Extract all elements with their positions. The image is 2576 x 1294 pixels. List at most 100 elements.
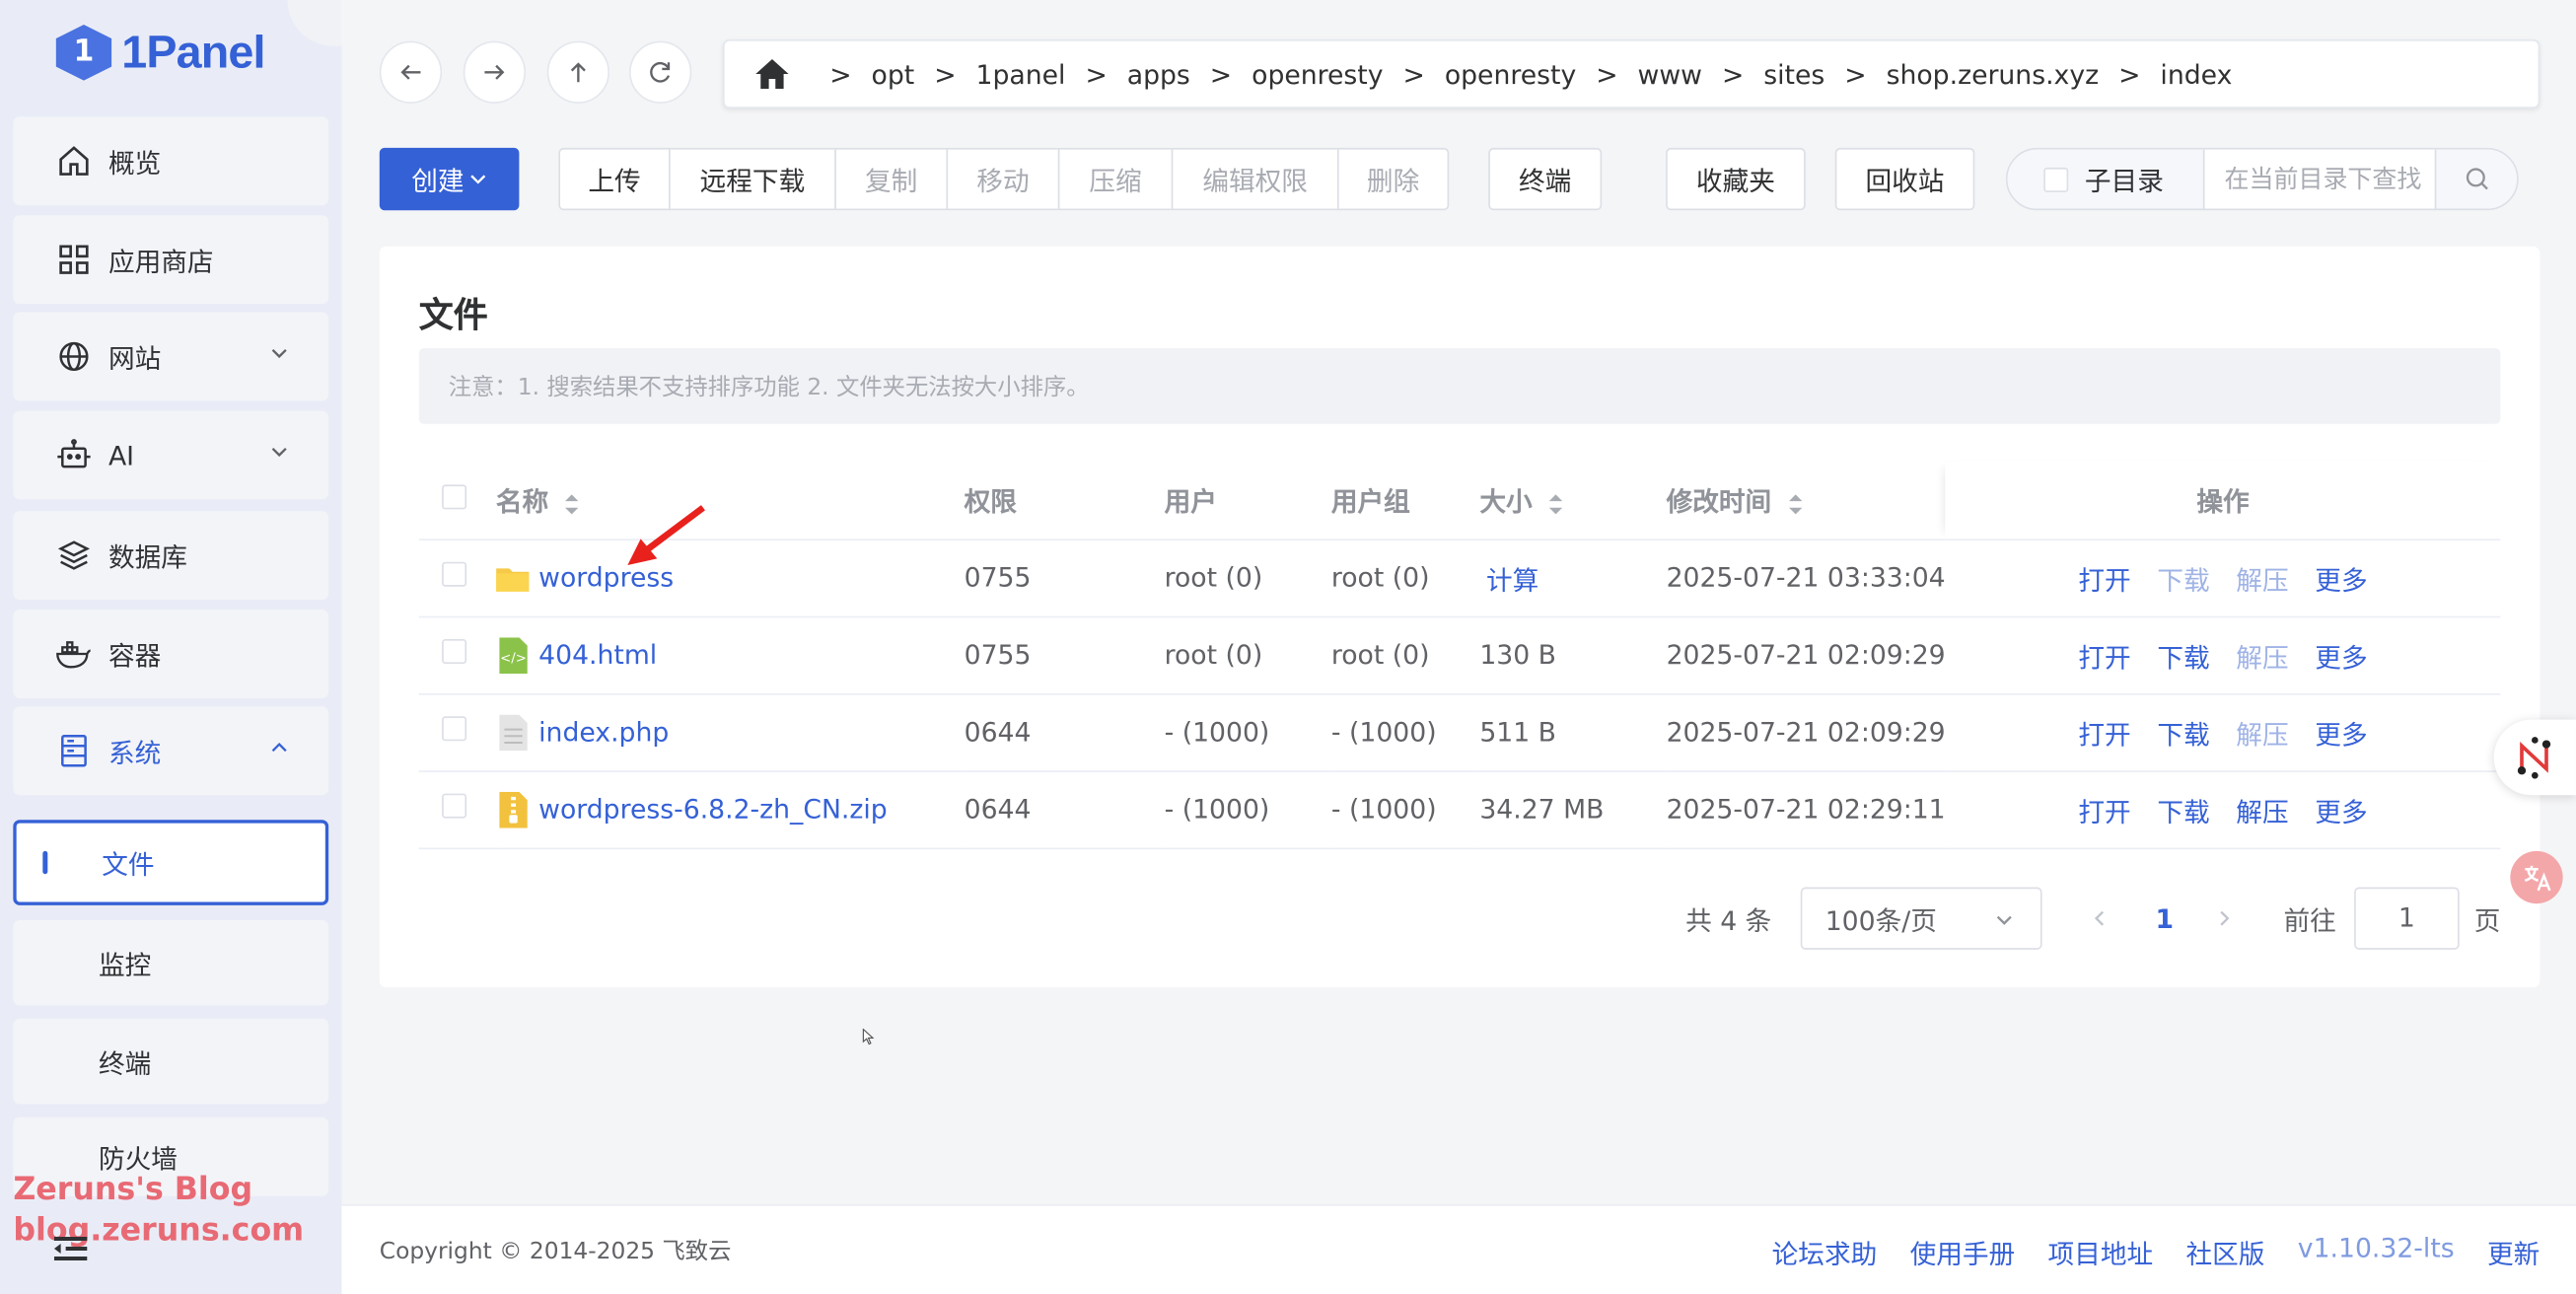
copy-button[interactable]: 复制 bbox=[834, 147, 949, 211]
compress-button[interactable]: 压缩 bbox=[1057, 147, 1174, 211]
file-list-card: 文件 注意：1. 搜索结果不支持排序功能 2. 文件夹无法按大小排序。 名称 权… bbox=[379, 246, 2540, 988]
back-button[interactable] bbox=[379, 40, 443, 104]
row-checkbox[interactable] bbox=[442, 716, 467, 742]
community-edition-link[interactable]: 社区版 bbox=[2186, 1232, 2265, 1271]
goto-page-input[interactable]: 1 bbox=[2354, 887, 2460, 950]
sidebar-item-system[interactable]: 系统 bbox=[13, 706, 329, 796]
extract-action[interactable]: 解压 bbox=[2236, 719, 2288, 751]
column-header-size[interactable]: 大小 bbox=[1479, 462, 1667, 540]
select-all-checkbox[interactable] bbox=[442, 483, 467, 509]
prev-page-button[interactable] bbox=[2092, 888, 2109, 950]
search-button[interactable] bbox=[2434, 149, 2518, 209]
more-action[interactable]: 更多 bbox=[2315, 719, 2367, 751]
file-name-link[interactable]: wordpress bbox=[495, 559, 965, 596]
edit-permission-button[interactable]: 编辑权限 bbox=[1171, 147, 1339, 211]
more-action[interactable]: 更多 bbox=[2315, 641, 2367, 673]
floating-assistant-button[interactable] bbox=[2493, 719, 2576, 796]
collapse-menu-icon[interactable] bbox=[52, 1232, 89, 1264]
recycle-bin-button[interactable]: 回收站 bbox=[1834, 147, 1975, 211]
translate-glyph-icon bbox=[2524, 865, 2551, 892]
file-name-link[interactable]: index.php bbox=[496, 713, 965, 751]
download-action[interactable]: 下载 bbox=[2157, 796, 2209, 827]
chevron-right-icon bbox=[2220, 910, 2230, 926]
forward-button[interactable] bbox=[463, 40, 527, 104]
page-number-current[interactable]: 1 bbox=[2156, 888, 2175, 950]
zip-file-icon bbox=[499, 791, 528, 827]
sidebar-item-label: 监控 bbox=[98, 949, 152, 981]
table-row: </> 404.html 0755 root (0) root (0) 130 … bbox=[418, 615, 2501, 694]
parent-dir-button[interactable] bbox=[546, 40, 610, 104]
page-title: 文件 bbox=[418, 295, 488, 335]
breadcrumb-segment[interactable]: 1panel bbox=[976, 58, 1066, 90]
row-checkbox[interactable] bbox=[442, 638, 467, 664]
row-checkbox[interactable] bbox=[442, 561, 467, 587]
file-name-link[interactable]: wordpress-6.8.2-zh_CN.zip bbox=[496, 791, 965, 827]
download-action[interactable]: 下载 bbox=[2157, 564, 2209, 596]
app-logo[interactable]: 1 1Panel bbox=[55, 20, 265, 86]
create-button[interactable]: 创建 bbox=[379, 147, 520, 211]
project-address-link[interactable]: 项目地址 bbox=[2048, 1232, 2154, 1271]
table-row: wordpress 0755 root (0) root (0) 计算 2025… bbox=[418, 539, 2501, 617]
checkbox[interactable] bbox=[2043, 167, 2069, 192]
sidebar-item-container[interactable]: 容器 bbox=[13, 610, 329, 698]
calculate-size-link[interactable]: 计算 bbox=[1479, 564, 1538, 596]
file-name-link[interactable]: </> 404.html bbox=[496, 636, 965, 674]
sidebar-item-app-store[interactable]: 应用商店 bbox=[13, 215, 329, 305]
move-button[interactable]: 移动 bbox=[946, 147, 1060, 211]
user-manual-link[interactable]: 使用手册 bbox=[1910, 1232, 2016, 1271]
sidebar-item-overview[interactable]: 概览 bbox=[13, 116, 329, 206]
home-icon[interactable] bbox=[754, 57, 791, 90]
download-action[interactable]: 下载 bbox=[2157, 641, 2209, 673]
delete-button[interactable]: 删除 bbox=[1336, 147, 1450, 211]
apps-grid-icon bbox=[56, 242, 93, 278]
download-action[interactable]: 下载 bbox=[2157, 719, 2209, 751]
next-page-button[interactable] bbox=[2216, 888, 2233, 950]
text-file-icon bbox=[499, 713, 528, 751]
sidebar-subitem-monitor[interactable]: 监控 bbox=[13, 919, 329, 1006]
remote-download-button[interactable]: 远程下载 bbox=[668, 147, 836, 211]
open-action[interactable]: 打开 bbox=[2078, 796, 2130, 827]
extract-action[interactable]: 解压 bbox=[2236, 641, 2288, 673]
sidebar-subitem-terminal[interactable]: 终端 bbox=[13, 1018, 329, 1105]
server-icon bbox=[56, 733, 93, 769]
group-cell: - (1000) bbox=[1330, 692, 1480, 772]
breadcrumb-segment[interactable]: index bbox=[2160, 58, 2232, 90]
sidebar-item-ai[interactable]: AI bbox=[13, 410, 329, 500]
open-action[interactable]: 打开 bbox=[2078, 641, 2130, 673]
extract-action[interactable]: 解压 bbox=[2236, 796, 2288, 827]
open-action[interactable]: 打开 bbox=[2078, 564, 2130, 596]
page-size-select[interactable]: 100条/页 bbox=[1800, 887, 2042, 950]
update-link[interactable]: 更新 bbox=[2487, 1232, 2540, 1271]
row-checkbox[interactable] bbox=[442, 793, 467, 819]
breadcrumb-segment[interactable]: sites bbox=[1763, 58, 1825, 90]
more-action[interactable]: 更多 bbox=[2315, 564, 2367, 596]
forum-help-link[interactable]: 论坛求助 bbox=[1772, 1232, 1878, 1271]
column-header-name[interactable]: 名称 bbox=[495, 462, 965, 540]
more-action[interactable]: 更多 bbox=[2315, 796, 2367, 827]
open-action[interactable]: 打开 bbox=[2078, 719, 2130, 751]
subdir-checkbox[interactable]: 子目录 bbox=[2007, 149, 2205, 209]
terminal-button[interactable]: 终端 bbox=[1488, 147, 1603, 211]
breadcrumb-segment[interactable]: apps bbox=[1127, 58, 1190, 90]
breadcrumb-segment[interactable]: www bbox=[1638, 58, 1702, 90]
extract-action[interactable]: 解压 bbox=[2236, 564, 2288, 596]
svg-text:</>: </> bbox=[500, 650, 527, 665]
breadcrumb-segment[interactable]: openresty bbox=[1445, 58, 1576, 90]
sidebar-item-label: 终端 bbox=[98, 1047, 152, 1080]
sidebar-subitem-files[interactable]: 文件 bbox=[13, 820, 329, 905]
search-input[interactable] bbox=[2204, 149, 2435, 209]
sidebar-item-website[interactable]: 网站 bbox=[13, 312, 329, 401]
refresh-button[interactable] bbox=[629, 40, 692, 104]
upload-button[interactable]: 上传 bbox=[558, 147, 671, 211]
breadcrumb-segment[interactable]: opt bbox=[872, 58, 915, 90]
sidebar-item-database[interactable]: 数据库 bbox=[13, 511, 329, 601]
chevron-down-icon bbox=[1996, 915, 2012, 925]
column-header-modified[interactable]: 修改时间 bbox=[1666, 462, 1946, 540]
translate-icon[interactable] bbox=[2510, 850, 2563, 904]
arrow-up-icon bbox=[570, 62, 586, 83]
group-cell: - (1000) bbox=[1330, 770, 1480, 849]
column-header-group: 用户组 bbox=[1330, 462, 1480, 540]
breadcrumb-segment[interactable]: shop.zeruns.xyz bbox=[1887, 58, 2100, 90]
favorites-button[interactable]: 收藏夹 bbox=[1666, 147, 1806, 211]
breadcrumb-segment[interactable]: openresty bbox=[1252, 58, 1383, 90]
